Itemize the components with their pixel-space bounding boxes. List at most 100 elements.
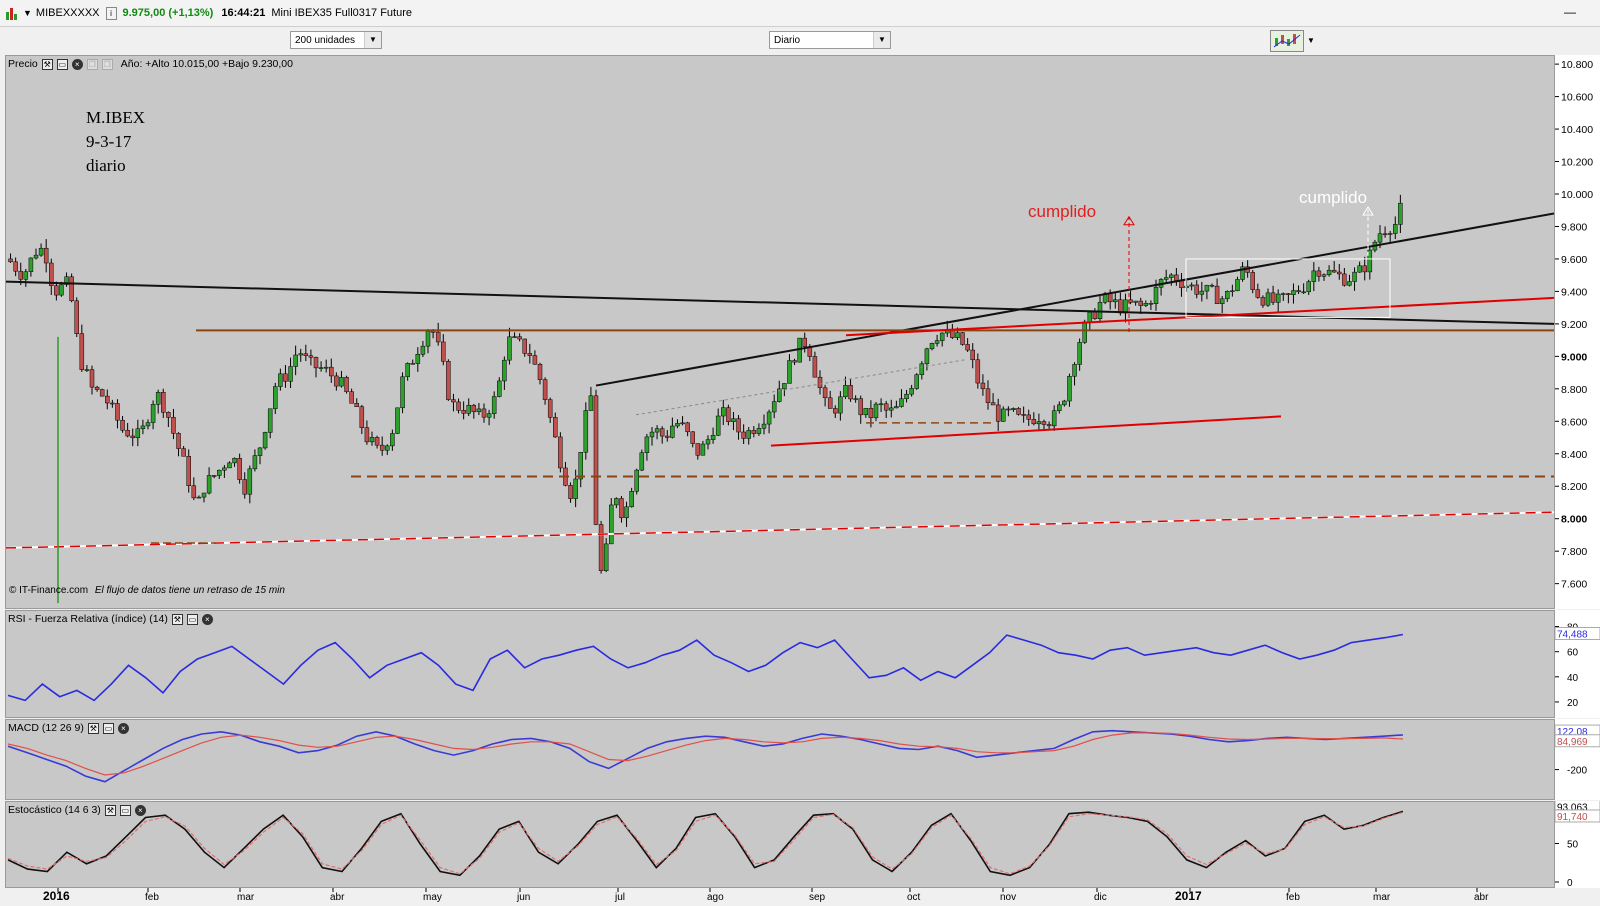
candle-down (960, 332, 965, 345)
candle-up (578, 452, 583, 480)
candle-down (283, 373, 288, 382)
candle-down (374, 437, 380, 446)
chevron-down-icon[interactable]: ▼ (364, 32, 381, 48)
price-chart[interactable] (6, 56, 1554, 608)
y-tick-label: 8.200 (1561, 481, 1587, 493)
y-tick-label: 9.200 (1561, 319, 1587, 331)
candle-down (665, 435, 670, 438)
chart-type-dropdown-icon[interactable]: ▼ (1305, 30, 1317, 52)
candle-down (848, 385, 853, 400)
macd-chart[interactable] (6, 720, 1554, 799)
candle-up (1153, 286, 1159, 304)
paste-icon[interactable]: ❐ (101, 58, 113, 70)
info-icon[interactable]: i (105, 6, 117, 20)
long-support-dash (6, 511, 1554, 549)
candle-up (700, 443, 706, 456)
candle-up (491, 396, 497, 414)
stochastic-pane-label: Estocástico (14 6 3) (8, 804, 101, 816)
macd-pane-label: MACD (12 26 9) (8, 722, 84, 734)
candle-up (649, 431, 655, 438)
price-pane-header: Precio ⚒ ▭ × ❐ ❐ Año: +Alto 10.015,00 +B… (8, 58, 293, 70)
credit: © IT-Finance.com (9, 585, 89, 596)
candle-up (298, 353, 303, 356)
candle-down (313, 357, 319, 369)
candle-down (1255, 289, 1261, 298)
candle-down (359, 406, 365, 428)
candle-down (334, 375, 339, 387)
close-icon[interactable]: × (117, 722, 129, 734)
candle-down (1342, 273, 1347, 286)
close-icon[interactable]: × (134, 804, 146, 816)
candle-down (105, 395, 110, 404)
note-line: 9-3-17 (86, 132, 132, 151)
candle-up (771, 401, 777, 413)
wrench-icon[interactable]: ⚒ (87, 722, 99, 734)
note-line: diario (86, 156, 126, 175)
candle-up (1036, 421, 1042, 425)
candle-down (558, 436, 563, 469)
candle-up (201, 492, 207, 498)
candle-up (206, 475, 212, 494)
candle-down (1006, 408, 1011, 411)
x-tick-label: mar (1373, 892, 1391, 903)
copy-icon[interactable]: ❐ (86, 58, 98, 70)
x-tick-label: abr (1474, 892, 1489, 903)
candle-down (1214, 285, 1220, 304)
candle-up (614, 498, 619, 506)
candle-up (629, 491, 634, 508)
units-select-value: 200 unidades (295, 35, 356, 46)
window-icon[interactable]: ▭ (119, 804, 131, 816)
y-tick-label: 10.800 (1561, 59, 1593, 71)
window-icon[interactable]: ▭ (186, 613, 198, 625)
stochastic-chart[interactable] (6, 802, 1554, 887)
candle-up (904, 393, 909, 400)
candle-up (894, 406, 899, 409)
candle-up (680, 422, 685, 425)
candle-down (89, 369, 95, 388)
chevron-down-icon[interactable]: ▼ (873, 32, 890, 48)
candle-down (308, 355, 314, 358)
candle-down (161, 392, 166, 413)
chart-type-button[interactable] (1270, 30, 1304, 52)
instrument-name: Mini IBEX35 Full0317 Future (271, 7, 413, 19)
candle-up (634, 469, 639, 492)
x-tick-label: jul (614, 892, 625, 903)
window-icon[interactable]: ▭ (102, 722, 114, 734)
close-icon[interactable]: × (71, 58, 83, 70)
candle-up (155, 392, 161, 405)
minimize-button[interactable]: — (1564, 5, 1576, 19)
candle-down (568, 485, 573, 499)
wrench-icon[interactable]: ⚒ (171, 613, 183, 625)
symbol-menu-arrow-icon[interactable]: ▼ (23, 8, 32, 18)
candle-down (527, 353, 533, 356)
uptrend-line (595, 212, 1554, 387)
candle-up (395, 407, 400, 434)
candle-up (1011, 408, 1016, 411)
x-tick-label: ago (707, 892, 724, 903)
candle-up (196, 496, 202, 499)
candle-down (542, 379, 548, 400)
candle-up (23, 271, 29, 280)
candle-up (28, 257, 34, 273)
wrench-icon[interactable]: ⚒ (41, 58, 53, 70)
rsi-chart[interactable] (6, 611, 1554, 717)
candle-down (1270, 292, 1276, 303)
symbol-name[interactable]: MIBEXXXXX (36, 7, 100, 19)
candle-down (1194, 284, 1199, 295)
candle-up (1235, 279, 1240, 292)
candle-up (369, 437, 375, 443)
candle-down (435, 331, 441, 343)
candle-down (812, 356, 818, 378)
wrench-icon[interactable]: ⚒ (104, 804, 116, 816)
units-select[interactable]: 200 unidades ▼ (290, 31, 382, 49)
year-high-low: Año: +Alto 10.015,00 +Bajo 9.230,00 (120, 58, 293, 70)
candle-down (451, 399, 456, 403)
interval-select[interactable]: Diario ▼ (769, 31, 891, 49)
candle-up (1377, 233, 1383, 243)
candle-down (868, 408, 874, 419)
window-icon[interactable]: ▭ (56, 58, 68, 70)
y-tick-label: 8.000 (1561, 514, 1587, 526)
candle-down (1118, 299, 1123, 314)
close-icon[interactable]: × (201, 613, 213, 625)
candle-up (420, 345, 426, 355)
